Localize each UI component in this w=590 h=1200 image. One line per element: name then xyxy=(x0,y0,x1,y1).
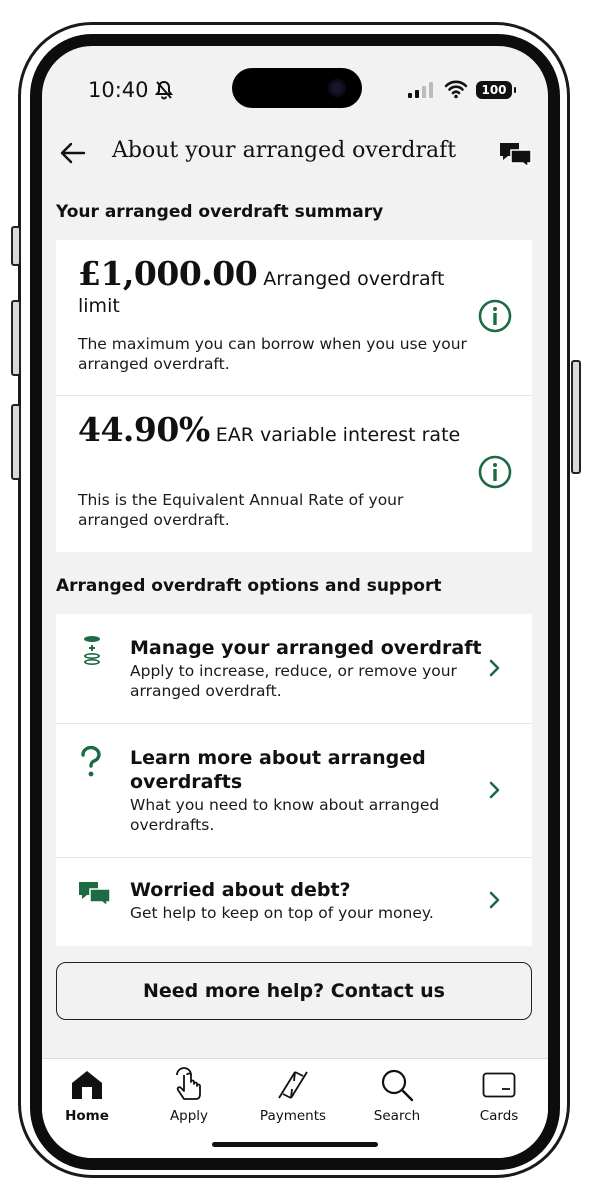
status-time: 10:40 xyxy=(88,78,149,102)
phone-power-button xyxy=(571,360,581,474)
status-bar: 10:40 100 xyxy=(42,46,548,126)
app-header: About your arranged overdraft xyxy=(42,126,548,186)
home-indicator xyxy=(212,1142,378,1147)
tab-payments[interactable]: Payments xyxy=(248,1065,338,1124)
search-icon xyxy=(352,1065,442,1105)
camera-icon xyxy=(328,79,346,97)
option-description: Get help to keep on top of your money. xyxy=(130,904,434,922)
summary-card: £1,000.00 Arranged overdraft limit The m… xyxy=(56,240,532,552)
summary-section-title: Your arranged overdraft summary xyxy=(56,202,384,222)
option-description: Apply to increase, reduce, or remove you… xyxy=(130,662,457,700)
signal-icon xyxy=(408,82,436,102)
summary-item-limit: £1,000.00 Arranged overdraft limit The m… xyxy=(56,240,532,396)
info-icon[interactable] xyxy=(478,455,512,493)
tab-cards[interactable]: Cards xyxy=(454,1065,544,1124)
option-description: What you need to know about arranged ove… xyxy=(130,796,440,834)
tab-label: Cards xyxy=(479,1108,519,1124)
option-title: Worried about debt? xyxy=(130,879,351,901)
tab-label: Apply xyxy=(169,1108,209,1124)
chat-bubbles-icon xyxy=(78,880,112,912)
tab-label: Search xyxy=(373,1108,421,1124)
dynamic-island xyxy=(232,68,362,108)
option-learn-more[interactable]: Learn more about arranged overdrafts Wha… xyxy=(56,724,532,858)
phone-action-button xyxy=(11,226,21,266)
contact-us-button[interactable]: Need more help? Contact us xyxy=(56,962,532,1020)
page-title: About your arranged overdraft xyxy=(112,138,457,163)
tap-finger-icon xyxy=(144,1065,234,1105)
limit-description: The maximum you can borrow when you use … xyxy=(78,335,467,373)
tab-home[interactable]: Home xyxy=(42,1065,132,1124)
phone-screen: 10:40 100 About your arranged overdraft … xyxy=(30,34,560,1170)
tab-bar: Home Apply Payments Search Cards xyxy=(42,1058,548,1158)
tab-apply[interactable]: Apply xyxy=(144,1065,234,1124)
option-worried-debt[interactable]: Worried about debt? Get help to keep on … xyxy=(56,858,532,946)
tab-label: Payments xyxy=(259,1108,327,1124)
home-icon xyxy=(42,1065,132,1105)
chat-icon[interactable] xyxy=(499,141,533,173)
card-icon xyxy=(454,1065,544,1105)
phone-volume-down-button xyxy=(11,404,21,480)
chevron-right-icon xyxy=(488,658,502,682)
option-title: Manage your arranged overdraft xyxy=(130,637,482,659)
chevron-right-icon xyxy=(488,780,502,804)
interest-label: EAR variable interest rate xyxy=(215,424,461,446)
options-section-title: Arranged overdraft options and support xyxy=(56,576,442,596)
tab-label: Home xyxy=(65,1108,109,1124)
info-icon[interactable] xyxy=(478,299,512,337)
summary-item-interest: 44.90% EAR variable interest rate This i… xyxy=(56,396,532,552)
chevron-right-icon xyxy=(488,890,502,914)
interest-description: This is the Equivalent Annual Rate of yo… xyxy=(78,491,404,529)
payments-arrows-icon xyxy=(248,1065,338,1105)
interest-line: 44.90% EAR variable interest rate xyxy=(78,413,478,449)
option-title: Learn more about arranged overdrafts xyxy=(130,747,426,793)
options-card: Manage your arranged overdraft Apply to … xyxy=(56,614,532,946)
bell-muted-icon xyxy=(154,80,174,104)
limit-value: £1,000.00 xyxy=(78,254,258,293)
wifi-icon xyxy=(444,79,468,103)
question-mark-icon xyxy=(78,745,104,782)
battery-icon: 100 xyxy=(476,81,516,99)
tab-search[interactable]: Search xyxy=(352,1065,442,1124)
option-manage-overdraft[interactable]: Manage your arranged overdraft Apply to … xyxy=(56,614,532,724)
back-arrow-icon[interactable] xyxy=(58,138,88,172)
coins-stack-icon xyxy=(78,634,106,672)
phone-volume-up-button xyxy=(11,300,21,376)
limit-line: £1,000.00 Arranged overdraft limit xyxy=(78,257,478,320)
interest-value: 44.90% xyxy=(78,410,210,449)
